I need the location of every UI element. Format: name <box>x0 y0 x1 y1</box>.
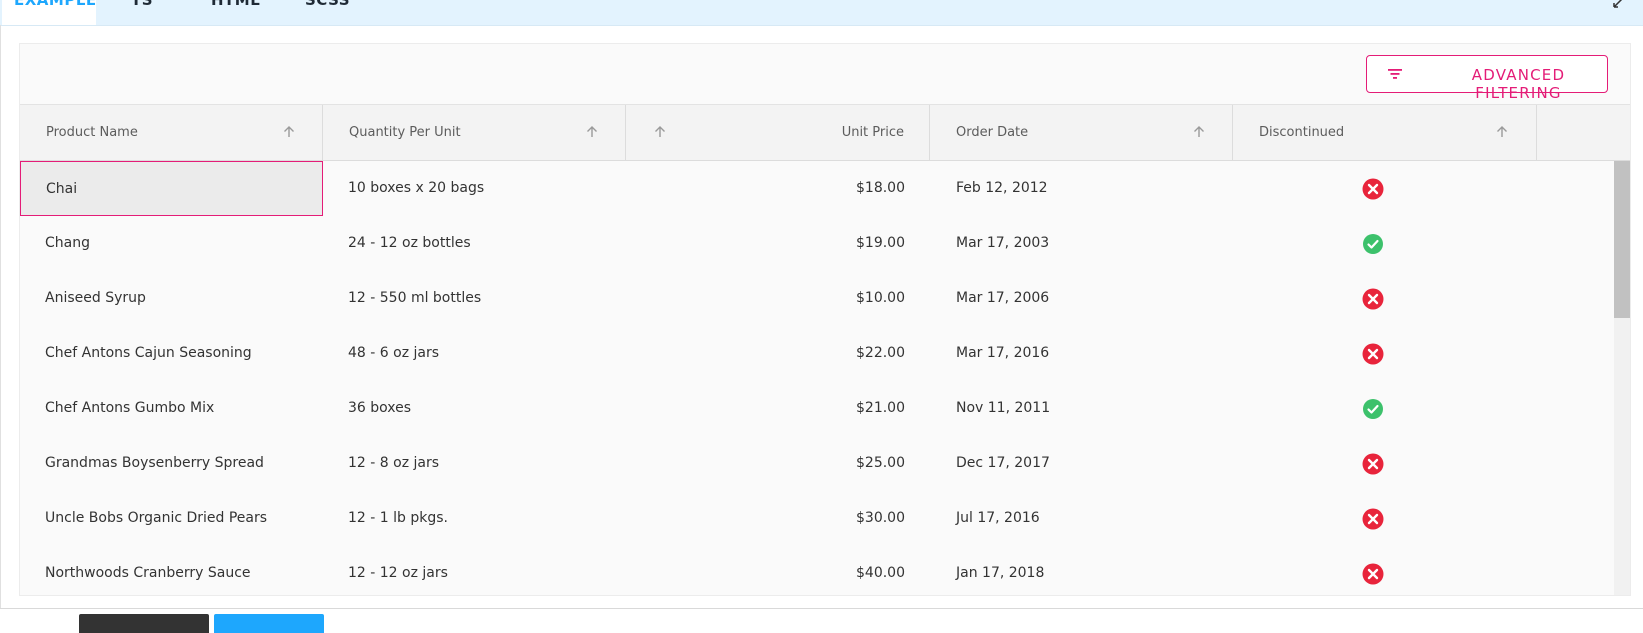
header-label: Product Name <box>46 125 138 140</box>
sort-arrow-up-icon[interactable] <box>1192 125 1206 139</box>
data-grid: ADVANCED FILTERING Product Name Quantity… <box>19 43 1631 596</box>
header-label: Quantity Per Unit <box>349 125 461 140</box>
cell-product-name[interactable]: Northwoods Cranberry Sauce <box>20 546 323 595</box>
cell-unit-price[interactable]: $22.00 <box>626 326 905 381</box>
cell-unit-price[interactable]: $18.00 <box>626 161 905 216</box>
cell-quantity-per-unit[interactable]: 12 - 1 lb pkgs. <box>348 491 618 546</box>
sort-arrow-up-icon[interactable] <box>282 125 296 139</box>
x-circle-icon <box>1362 508 1384 530</box>
example-tab-bar: EXAMPLE TS HTML SCSS <box>0 0 1643 26</box>
tab-ts[interactable]: TS <box>131 0 153 9</box>
header-discontinued[interactable]: Discontinued <box>1233 105 1537 160</box>
table-row[interactable]: Chai 10 boxes x 20 bags $18.00 Feb 12, 2012 <box>20 161 1630 217</box>
cell-quantity-per-unit[interactable]: 24 - 12 oz bottles <box>348 216 618 271</box>
header-quantity-per-unit[interactable]: Quantity Per Unit <box>323 105 626 160</box>
sample-frame-border <box>0 25 1 608</box>
header-label: Discontinued <box>1259 125 1345 140</box>
header-order-date[interactable]: Order Date <box>930 105 1233 160</box>
table-row[interactable]: Uncle Bobs Organic Dried Pears 12 - 1 lb … <box>20 491 1630 547</box>
bottom-blue-button[interactable] <box>214 614 324 633</box>
advanced-filtering-label: ADVANCED FILTERING <box>1471 66 1566 102</box>
cell-product-name[interactable]: Aniseed Syrup <box>20 271 323 326</box>
header-label: Order Date <box>956 125 1029 140</box>
table-row[interactable]: Grandmas Boysenberry Spread 12 - 8 oz jar… <box>20 436 1630 492</box>
header-unit-price[interactable]: Unit Price <box>626 105 930 160</box>
grid-toolbar: ADVANCED FILTERING <box>20 44 1630 105</box>
table-row[interactable]: Chang 24 - 12 oz bottles $19.00 Mar 17, 200… <box>20 216 1630 272</box>
cell-product-name[interactable]: Chef Antons Cajun Seasoning <box>20 326 323 381</box>
check-circle-icon <box>1363 234 1383 254</box>
cell-unit-price[interactable]: $25.00 <box>626 436 905 491</box>
check-circle-icon <box>1363 399 1383 419</box>
table-row[interactable]: Chef Antons Gumbo Mix 36 boxes $21.00 Nov 1… <box>20 381 1630 437</box>
cell-order-date[interactable]: Nov 11, 2011 <box>956 381 1226 436</box>
header-product-name[interactable]: Product Name <box>20 105 323 160</box>
sort-arrow-up-icon[interactable] <box>653 125 667 139</box>
bottom-bar <box>0 608 1643 633</box>
table-row[interactable]: Northwoods Cranberry Sauce 12 - 12 oz jar… <box>20 546 1630 595</box>
grid-header: Product Name Quantity Per Unit Unit Pric… <box>20 105 1630 161</box>
cell-unit-price[interactable]: $19.00 <box>626 216 905 271</box>
sort-arrow-up-icon[interactable] <box>1495 125 1509 139</box>
cell-order-date[interactable]: Mar 17, 2006 <box>956 271 1226 326</box>
sort-arrow-up-icon[interactable] <box>585 125 599 139</box>
cell-unit-price[interactable]: $40.00 <box>626 546 905 595</box>
cell-order-date[interactable]: Jul 17, 2016 <box>956 491 1226 546</box>
x-circle-icon <box>1362 178 1384 200</box>
cell-quantity-per-unit[interactable]: 36 boxes <box>348 381 618 436</box>
cell-quantity-per-unit[interactable]: 10 boxes x 20 bags <box>348 161 618 216</box>
tab-html[interactable]: HTML <box>211 0 260 9</box>
cell-quantity-per-unit[interactable]: 48 - 6 oz jars <box>348 326 618 381</box>
cell-product-name[interactable]: Grandmas Boysenberry Spread <box>20 436 323 491</box>
cell-order-date[interactable]: Mar 17, 2016 <box>956 326 1226 381</box>
table-row[interactable]: Aniseed Syrup 12 - 550 ml bottles $10.00 Ma… <box>20 271 1630 327</box>
x-circle-icon <box>1362 563 1384 585</box>
cell-quantity-per-unit[interactable]: 12 - 550 ml bottles <box>348 271 618 326</box>
cell-unit-price[interactable]: $10.00 <box>626 271 905 326</box>
cell-product-name[interactable]: Uncle Bobs Organic Dried Pears <box>20 491 323 546</box>
bottom-dark-button[interactable] <box>79 614 209 633</box>
cell-quantity-per-unit[interactable]: 12 - 12 oz jars <box>348 546 618 595</box>
filter-icon <box>1388 69 1402 79</box>
x-circle-icon <box>1362 343 1384 365</box>
cell-order-date[interactable]: Jan 17, 2018 <box>956 546 1226 595</box>
cell-unit-price[interactable]: $21.00 <box>626 381 905 436</box>
cell-product-name[interactable]: Chef Antons Gumbo Mix <box>20 381 323 436</box>
cell-quantity-per-unit[interactable]: 12 - 8 oz jars <box>348 436 618 491</box>
cell-product-name[interactable]: Chang <box>20 216 323 271</box>
x-circle-icon <box>1362 288 1384 310</box>
cell-order-date[interactable]: Dec 17, 2017 <box>956 436 1226 491</box>
x-circle-icon <box>1362 453 1384 475</box>
table-row[interactable]: Chef Antons Cajun Seasoning 48 - 6 oz jar… <box>20 326 1630 382</box>
cell-order-date[interactable]: Feb 12, 2012 <box>956 161 1226 216</box>
tab-example[interactable]: EXAMPLE <box>14 0 97 9</box>
expand-icon[interactable] <box>1611 0 1625 10</box>
cell-order-date[interactable]: Mar 17, 2003 <box>956 216 1226 271</box>
scrollbar-thumb[interactable] <box>1614 161 1630 318</box>
cell-unit-price[interactable]: $30.00 <box>626 491 905 546</box>
header-label: Unit Price <box>841 125 904 140</box>
advanced-filtering-button[interactable]: ADVANCED FILTERING <box>1366 55 1608 102</box>
tab-scss[interactable]: SCSS <box>305 0 350 9</box>
cell-product-name[interactable]: Chai <box>20 161 323 216</box>
